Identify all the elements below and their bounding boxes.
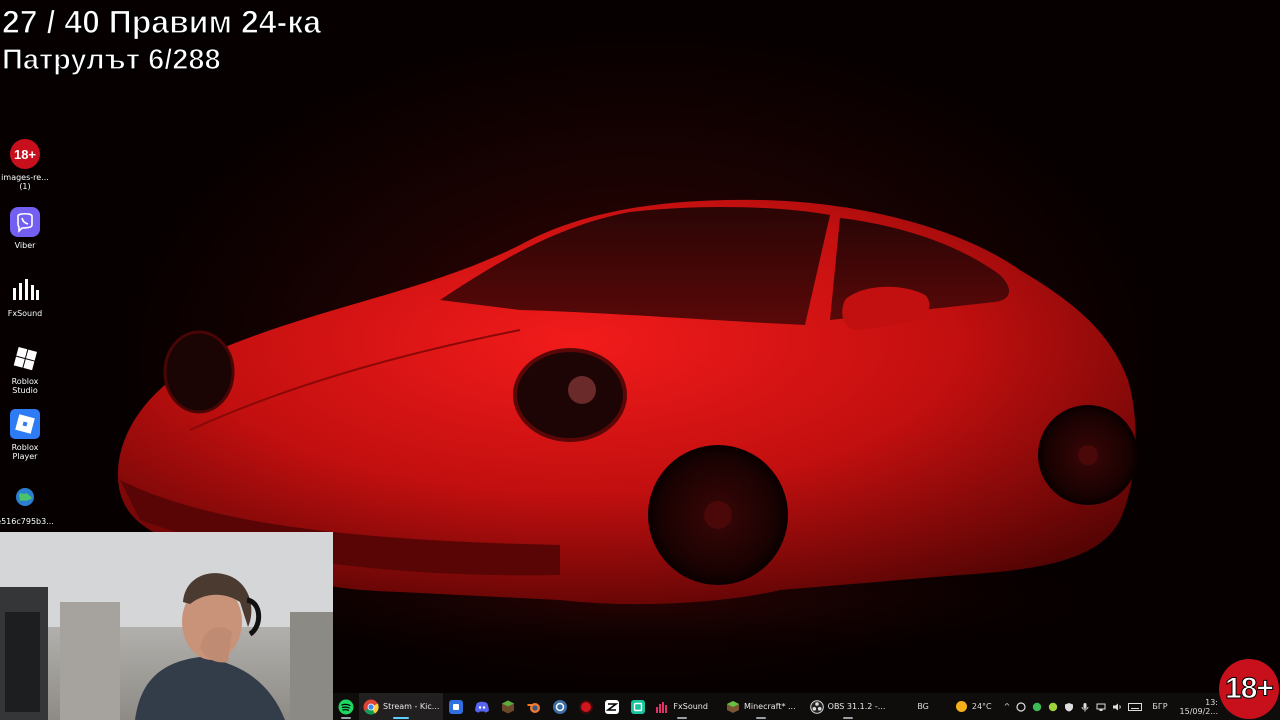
taskbar-capcut[interactable] <box>599 693 625 720</box>
svg-text:18+: 18+ <box>14 147 36 162</box>
network-icon[interactable] <box>1096 702 1106 712</box>
fxsound-icon <box>656 701 668 713</box>
capcut-icon <box>605 699 620 714</box>
taskbar-app-green[interactable] <box>625 693 651 720</box>
taskbar-app-circle[interactable] <box>547 693 573 720</box>
desktop-icon-viber[interactable]: Viber <box>0 206 50 250</box>
tray-green-icon[interactable] <box>1032 702 1042 712</box>
taskbar-app-blue[interactable] <box>443 693 469 720</box>
webcam-overlay <box>0 532 333 720</box>
keyboard-icon[interactable] <box>1128 702 1143 712</box>
desktop-icon-label: Roblox Player <box>11 443 39 461</box>
clock-time: 13: <box>1205 697 1218 707</box>
18-plus-badge: 18+ <box>1219 659 1279 719</box>
fxsound-icon <box>9 274 41 306</box>
desktop-icon-label: images-re... (1) <box>1 173 49 191</box>
taskbar-minecraft-launcher[interactable] <box>495 693 521 720</box>
clock[interactable]: 13: 15/09/2... <box>1180 698 1218 716</box>
tray-shield-icon[interactable] <box>1064 702 1074 712</box>
stream-counter-subtitle: Патрулът 6/288 <box>1 43 221 76</box>
spotify-icon <box>338 699 354 714</box>
language-indicator-short[interactable]: BG <box>917 702 929 711</box>
taskbar-app-title: Minecraft* ... <box>743 702 796 711</box>
obs-icon <box>809 699 824 714</box>
weather-widget[interactable]: 24°C <box>955 700 992 713</box>
tray-app-icon[interactable] <box>1016 701 1026 712</box>
taskbar-chrome[interactable]: Stream - Kic... <box>359 693 444 720</box>
roblox-studio-icon <box>9 342 41 374</box>
viber-icon <box>9 206 41 238</box>
chevron-up-icon[interactable]: ^ <box>1004 702 1011 711</box>
desktop-icon-label: FxSound <box>7 309 43 318</box>
tray-nvidia-icon[interactable] <box>1048 702 1058 712</box>
taskbar-app-title: OBS 31.1.2 -... <box>827 702 886 711</box>
taskbar-obs[interactable]: OBS 31.1.2 -... <box>806 693 890 720</box>
taskbar-minecraft[interactable]: Minecraft* ... <box>722 693 800 720</box>
taskbar-app-title: Stream - Kic... <box>383 702 440 711</box>
desktop-icon-roblox-studio[interactable]: Roblox Studio <box>0 342 50 395</box>
taskbar: Stream - Kic... FxSound Minecraft* ... O… <box>333 693 1280 720</box>
sun-icon <box>955 701 967 712</box>
blender-icon <box>527 702 541 713</box>
desktop-icon-label: Viber <box>14 241 36 250</box>
discord-icon <box>475 701 490 713</box>
desktop-icon-label: Roblox Studio <box>11 377 39 395</box>
badge-text: 18+ <box>1225 672 1275 706</box>
taskbar-fxsound[interactable]: FxSound <box>651 693 712 720</box>
app-square-icon <box>449 699 464 714</box>
desktop-icon-roblox-player[interactable]: Roblox Player <box>0 408 50 461</box>
taskbar-record[interactable] <box>573 693 599 720</box>
roblox-player-icon <box>9 408 41 440</box>
language-indicator[interactable]: БГР <box>1152 702 1167 711</box>
stream-counter-title: 27 / 40 Правим 24-ка <box>1 3 322 40</box>
record-icon <box>579 699 594 714</box>
desktop-icon-images-re[interactable]: 18+ images-re... (1) <box>0 138 50 191</box>
taskbar-spotify[interactable] <box>333 693 359 720</box>
minecraft-grass-icon <box>726 700 739 713</box>
speaker-icon[interactable] <box>1112 702 1122 712</box>
microphone-icon[interactable] <box>1080 702 1090 712</box>
minecraft-block-icon <box>502 700 515 713</box>
taskbar-app-title: FxSound <box>673 702 708 711</box>
chrome-icon <box>363 699 379 715</box>
clock-date: 15/09/2... <box>1179 706 1218 716</box>
taskbar-discord[interactable] <box>469 693 495 720</box>
taskbar-blender[interactable] <box>521 693 547 720</box>
app-green-icon <box>631 699 646 714</box>
app-circle-icon <box>553 699 568 714</box>
weather-temperature: 24°C <box>971 702 992 711</box>
desktop-icon-fxsound[interactable]: FxSound <box>0 274 50 318</box>
desktop-icon-label: e516c795b3... <box>0 517 54 526</box>
desktop-icon-file[interactable]: e516c795b3... <box>0 482 54 526</box>
globe-file-icon <box>9 482 41 514</box>
18-plus-icon: 18+ <box>9 138 41 170</box>
